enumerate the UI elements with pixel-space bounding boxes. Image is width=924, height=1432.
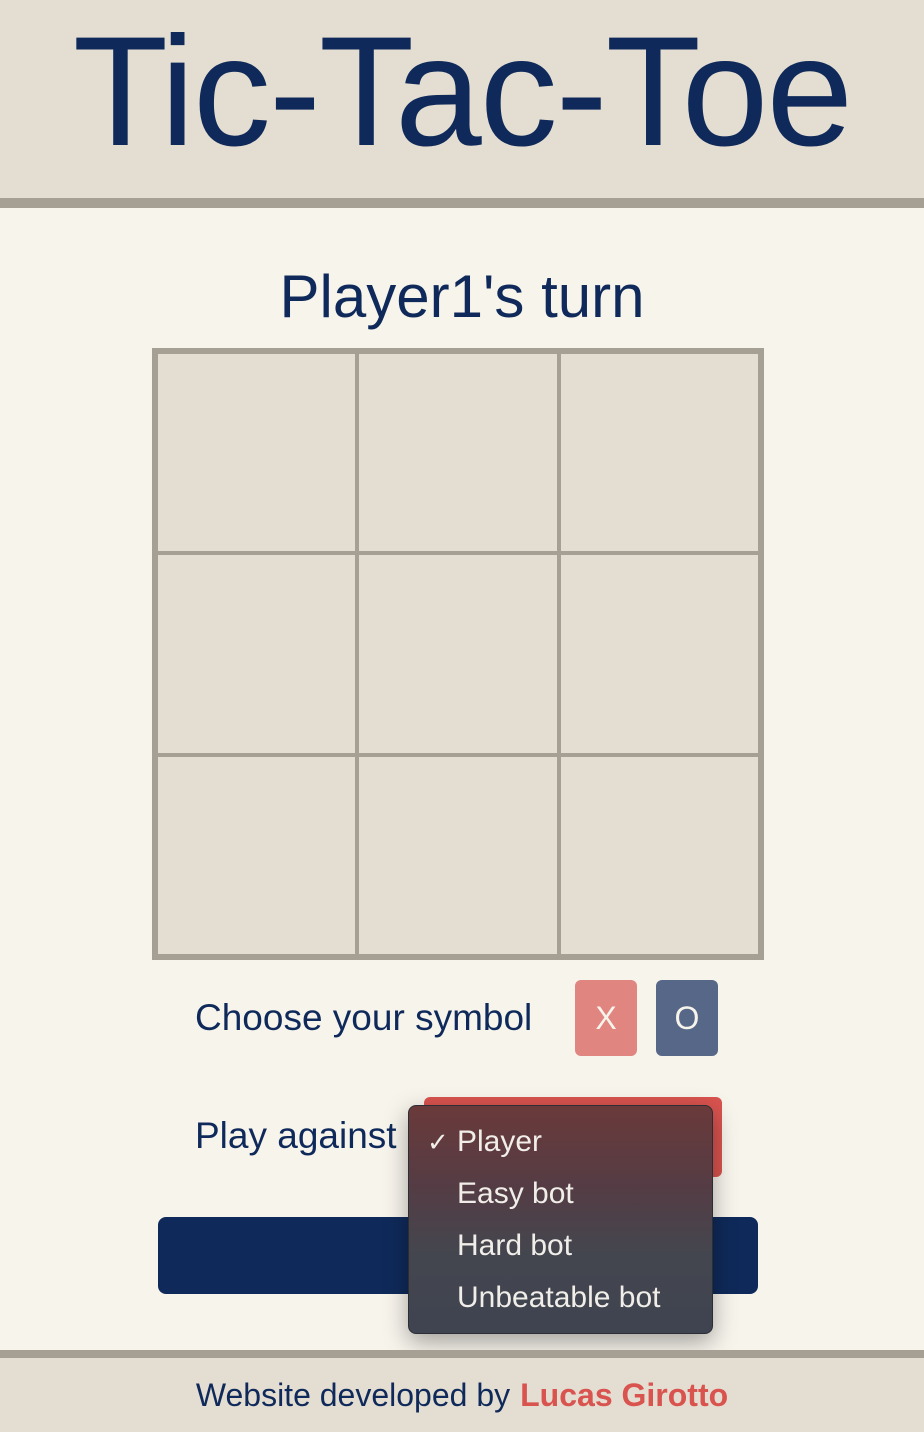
board-cell-3[interactable] xyxy=(560,354,758,552)
turn-indicator: Player1's turn xyxy=(279,263,645,330)
board-cell-1[interactable] xyxy=(158,354,356,552)
board-cell-4[interactable] xyxy=(158,555,356,753)
header: Tic-Tac-Toe xyxy=(0,0,924,208)
option-label: Hard bot xyxy=(457,1229,573,1262)
symbol-label: Choose your symbol xyxy=(195,997,533,1038)
opponent-option-hard-bot[interactable]: Hard bot xyxy=(409,1220,712,1272)
opponent-label: Play against xyxy=(195,1115,397,1156)
opponent-option-player[interactable]: ✓ Player xyxy=(409,1116,712,1168)
footer: Website developed by Lucas Girotto xyxy=(0,1350,924,1432)
opponent-option-easy-bot[interactable]: Easy bot xyxy=(409,1168,712,1220)
board-cell-9[interactable] xyxy=(560,756,758,954)
option-label: Unbeatable bot xyxy=(457,1281,661,1314)
page-title: Tic-Tac-Toe xyxy=(72,5,853,179)
option-label: Player xyxy=(457,1125,543,1158)
game-board xyxy=(152,348,764,960)
board-cell-7[interactable] xyxy=(158,756,356,954)
opponent-dropdown-menu: ✓ Player Easy bot Hard bot Unbeatable bo… xyxy=(408,1105,713,1334)
board-cell-8[interactable] xyxy=(359,756,557,954)
footer-text: Website developed by xyxy=(195,1376,511,1413)
symbol-o-button[interactable]: O xyxy=(656,980,718,1056)
symbol-x-button[interactable]: X xyxy=(575,980,637,1056)
board-cell-6[interactable] xyxy=(560,555,758,753)
checkmark-icon: ✓ xyxy=(427,1127,449,1157)
author-link[interactable]: Lucas Girotto xyxy=(520,1377,728,1414)
opponent-option-unbeatable-bot[interactable]: Unbeatable bot xyxy=(409,1272,712,1324)
board-cell-5[interactable] xyxy=(359,555,557,753)
board-cell-2[interactable] xyxy=(359,354,557,552)
option-label: Easy bot xyxy=(457,1177,574,1210)
